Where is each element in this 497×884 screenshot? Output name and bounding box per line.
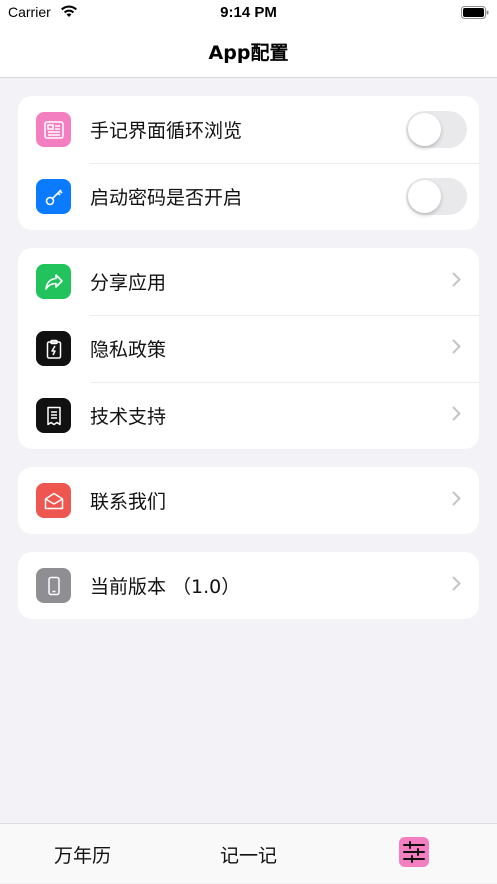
settings-row-version[interactable]: 当前版本 （1.0） [18,552,479,619]
phone-icon [36,568,71,603]
share-icon [36,264,71,299]
settings-row-tech-support[interactable]: 技术支持 [18,382,479,449]
page-title: App配置 [208,42,289,64]
navigation-bar: App配置 [0,26,497,78]
key-icon [36,179,71,214]
settings-row-privacy-policy[interactable]: 隐私政策 [18,315,479,382]
battery-icon [461,6,489,24]
tab-label: 万年历 [53,844,111,867]
status-bar: Carrier 9:14 PM [0,0,497,26]
loop-browse-toggle[interactable] [406,111,467,148]
tab-calendar[interactable]: 万年历 [0,824,165,884]
launch-password-toggle[interactable] [406,178,467,215]
chevron-right-icon [452,272,461,291]
settings-row-launch-password: 启动密码是否开启 [18,163,479,230]
settings-row-loop-browse: 手记界面循环浏览 [18,96,479,163]
settings-row-label: 技术支持 [90,406,167,428]
settings-row-label: 联系我们 [90,491,167,513]
settings-group-app: 分享应用 隐私政策 技术支持 [18,248,479,449]
chevron-right-icon [452,576,461,595]
mail-icon [36,483,71,518]
chevron-right-icon [452,491,461,510]
status-time: 9:14 PM [220,4,277,21]
settings-row-label: 启动密码是否开启 [90,187,243,209]
settings-row-label: 手记界面循环浏览 [90,120,243,142]
tab-notes[interactable]: 记一记 [166,824,331,884]
tab-settings[interactable] [331,824,496,884]
settings-row-label: 当前版本 （1.0） [90,576,241,598]
privacy-icon [36,331,71,366]
settings-group-version: 当前版本 （1.0） [18,552,479,619]
tab-bar: 万年历 记一记 [0,823,497,883]
settings-row-contact-us[interactable]: 联系我们 [18,467,479,534]
settings-row-label: 分享应用 [90,272,167,294]
receipt-icon [36,398,71,433]
settings-row-share-app[interactable]: 分享应用 [18,248,479,315]
tab-label: 记一记 [219,844,277,867]
chevron-right-icon [452,406,461,425]
chevron-right-icon [452,339,461,358]
notes-icon [36,112,71,147]
settings-group-contact: 联系我们 [18,467,479,534]
settings-group-toggles: 手记界面循环浏览 启动密码是否开启 [18,96,479,230]
settings-row-label: 隐私政策 [90,339,167,361]
sliders-icon [398,836,429,872]
